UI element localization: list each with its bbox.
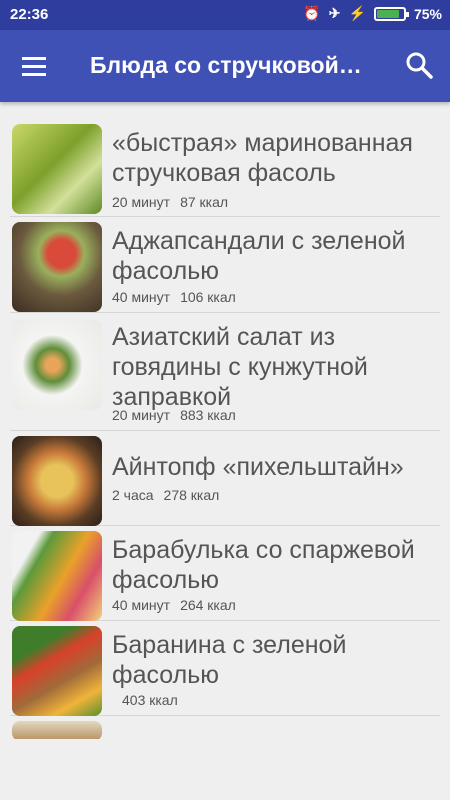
recipe-photo: [12, 531, 102, 621]
recipe-kcal: 278 ккал: [163, 487, 220, 503]
recipe-time: 40 минут: [112, 597, 171, 613]
recipe-photo: [12, 436, 102, 526]
recipe-photo: [12, 320, 102, 410]
recipe-item[interactable]: Барабулька со спаржевой фасолью 40 минут…: [10, 525, 440, 621]
recipe-kcal: 87 ккал: [180, 194, 229, 210]
recipe-title: «быстрая» маринованная стручковая фасоль: [112, 129, 413, 187]
recipe-item[interactable]: Айнтопф «пихельштайн» 2 часа 278 ккал: [10, 430, 440, 526]
app-bar: Блюда со стручковой…: [0, 30, 450, 102]
recipe-photo: [12, 222, 102, 312]
recipe-photo: [12, 124, 102, 214]
recipe-meta: 2 часа 278 ккал: [112, 487, 229, 503]
recipe-meta: 20 минут 883 ккал: [112, 407, 246, 423]
recipe-meta: 40 минут 264 ккал: [112, 597, 246, 613]
recipe-kcal: 106 ккал: [180, 289, 236, 305]
battery-icon: [373, 6, 409, 21]
recipe-title: Аджапсандали с зеленой фасолью: [112, 227, 406, 285]
recipe-photo: [12, 721, 102, 739]
charging-icon: ⚡: [348, 5, 366, 21]
page-title: Блюда со стручковой…: [90, 52, 362, 78]
battery-percent: 75%: [413, 5, 442, 22]
recipe-meta: 40 минут 106 ккал: [112, 289, 246, 305]
recipe-meta: 403 ккал: [122, 692, 188, 708]
recipe-time: 2 часа: [112, 487, 154, 503]
recipe-kcal: 883 ккал: [180, 407, 236, 423]
recipe-item-partial[interactable]: [10, 715, 440, 739]
recipe-item[interactable]: Аджапсандали с зеленой фасолью 40 минут 1…: [10, 216, 440, 313]
recipe-time: 20 минут: [112, 407, 171, 423]
recipe-meta: 20 минут 87 ккал: [112, 194, 238, 210]
recipe-time: 20 минут: [112, 194, 171, 210]
recipe-photo: [12, 626, 102, 716]
hamburger-menu-icon[interactable]: [16, 48, 52, 84]
search-icon[interactable]: [404, 50, 434, 80]
recipe-title: Баранина с зеленой фасолью: [112, 631, 347, 689]
recipe-title: Барабулька со спаржевой фасолью: [112, 536, 415, 594]
recipe-item[interactable]: Баранина с зеленой фасолью 403 ккал: [10, 620, 440, 716]
recipe-kcal: 264 ккал: [180, 597, 236, 613]
alarm-icon: ⏰: [303, 5, 321, 21]
recipe-item[interactable]: «быстрая» маринованная стручковая фасоль…: [10, 118, 440, 217]
status-icons: ⏰ ✈ ⚡ 75%: [303, 5, 442, 22]
status-time: 22:36: [10, 6, 49, 23]
recipe-title: Азиатский салат из говядины с кунжутной …: [112, 323, 368, 411]
recipe-kcal: 403 ккал: [122, 692, 178, 708]
recipe-item[interactable]: Азиатский салат из говядины с кунжутной …: [10, 312, 440, 431]
airplane-icon: ✈: [328, 5, 341, 21]
recipe-title: Айнтопф «пихельштайн»: [112, 453, 404, 481]
status-bar: 22:36 ⏰ ✈ ⚡ 75%: [0, 0, 450, 30]
recipe-time: 40 минут: [112, 289, 171, 305]
